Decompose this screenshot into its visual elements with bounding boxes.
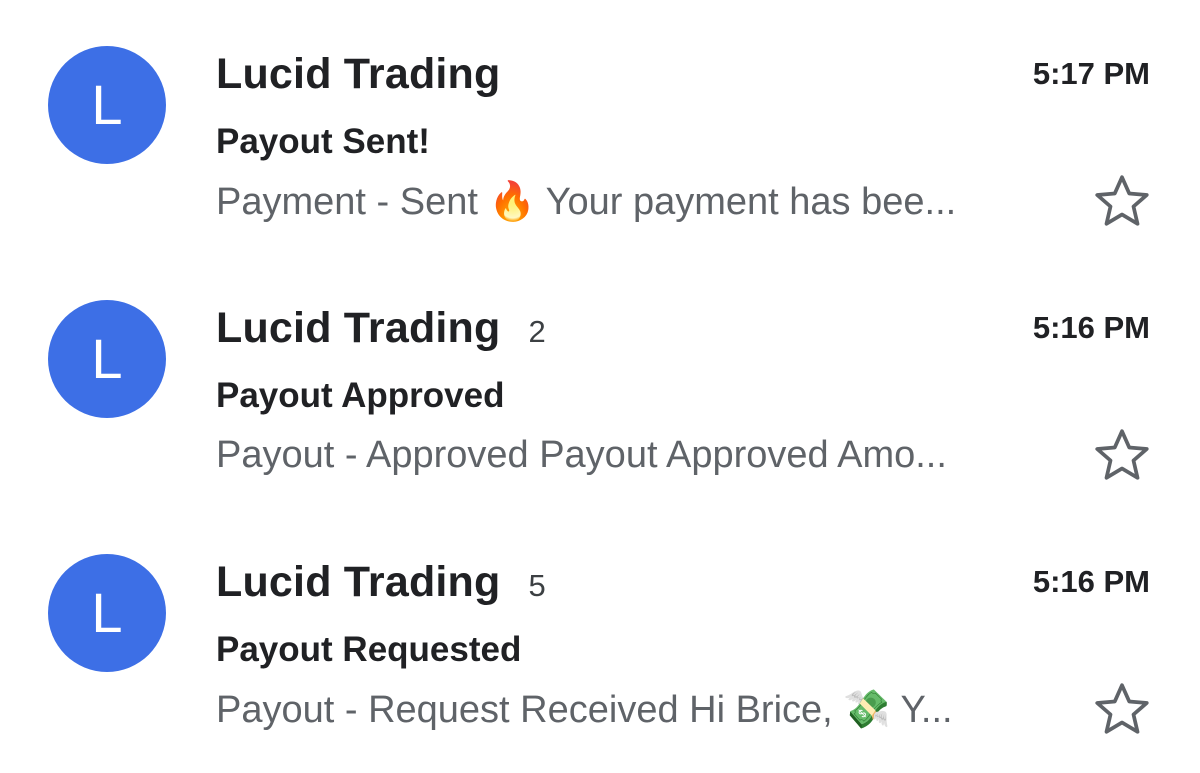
avatar: L xyxy=(48,46,166,164)
avatar: L xyxy=(48,554,166,672)
thread-count: 2 xyxy=(528,314,546,349)
email-subject: Payout Requested xyxy=(216,630,522,669)
sender-name: Lucid Trading xyxy=(216,558,501,606)
star-icon[interactable] xyxy=(1090,424,1154,488)
email-snippet: Payout - Request Received Hi Brice, 💸 Y.… xyxy=(216,689,953,731)
email-list-item[interactable]: L Lucid Trading 5:17 PM Payout Sent! Pay… xyxy=(0,0,1200,254)
email-list-item[interactable]: L Lucid Trading 2 5:16 PM Payout Approve… xyxy=(0,254,1200,508)
sender-name: Lucid Trading xyxy=(216,304,501,352)
email-list-item[interactable]: L Lucid Trading 5 5:16 PM Payout Request… xyxy=(0,508,1200,762)
timestamp: 5:16 PM xyxy=(1032,310,1150,345)
star-icon[interactable] xyxy=(1090,170,1154,234)
email-subject: Payout Approved xyxy=(216,376,505,415)
sender-line: Lucid Trading xyxy=(216,50,501,100)
sender-line: Lucid Trading 5 xyxy=(216,558,546,608)
avatar: L xyxy=(48,300,166,418)
email-snippet: Payout - Approved Payout Approved Amo... xyxy=(216,434,947,476)
email-list: L Lucid Trading 5:17 PM Payout Sent! Pay… xyxy=(0,0,1200,773)
timestamp: 5:17 PM xyxy=(1032,56,1150,91)
thread-count: 5 xyxy=(528,568,546,603)
sender-name: Lucid Trading xyxy=(216,50,501,98)
sender-line: Lucid Trading 2 xyxy=(216,304,546,354)
star-icon[interactable] xyxy=(1090,678,1154,742)
timestamp: 5:16 PM xyxy=(1032,564,1150,599)
email-snippet: Payment - Sent 🔥 Your payment has bee... xyxy=(216,181,957,223)
email-subject: Payout Sent! xyxy=(216,122,430,161)
